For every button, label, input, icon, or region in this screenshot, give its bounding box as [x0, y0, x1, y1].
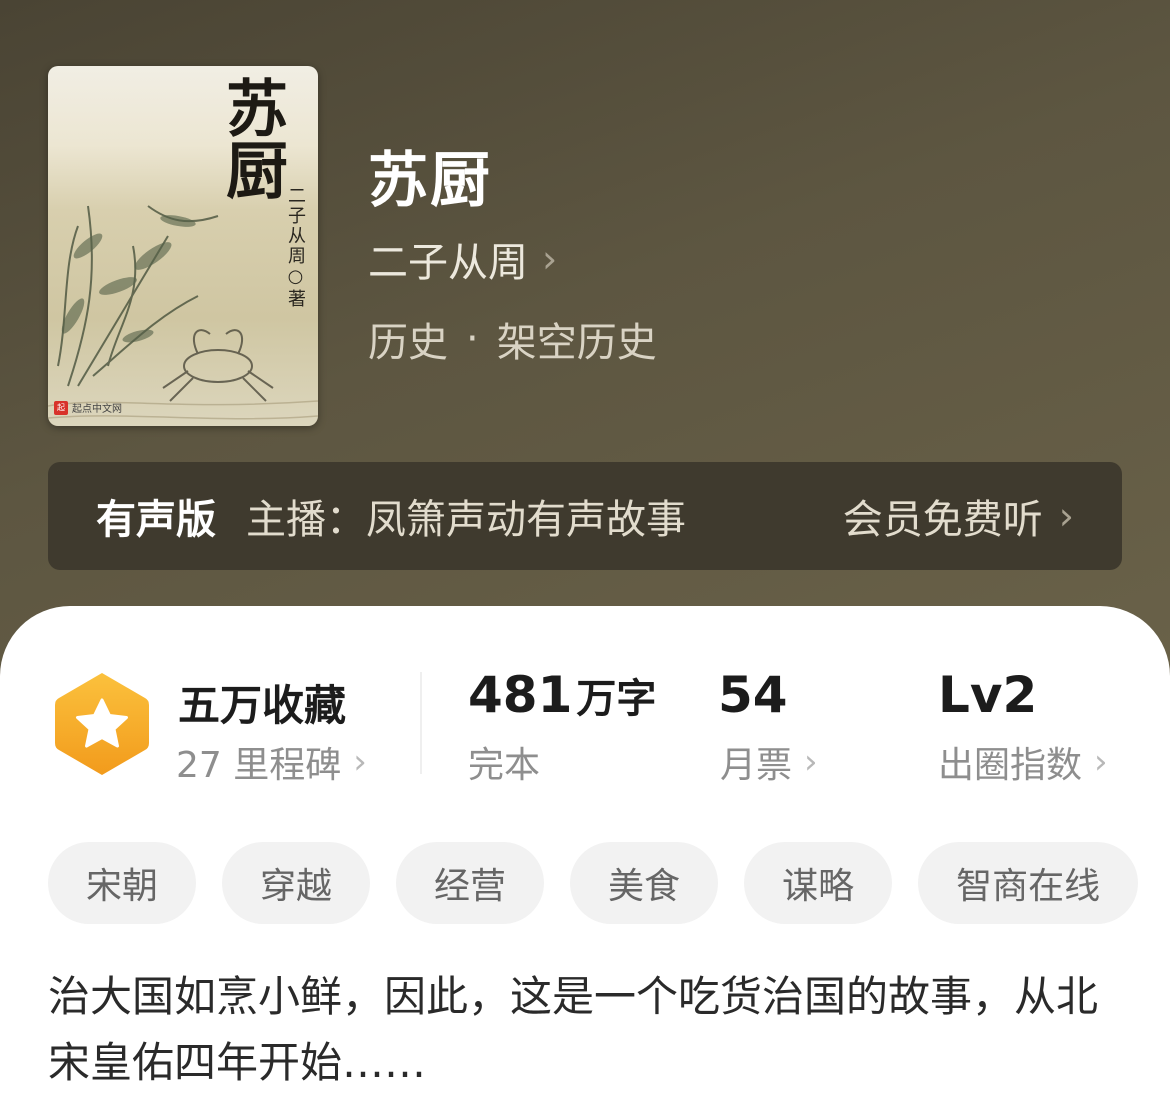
audio-label: 有声版	[96, 497, 216, 543]
milestone-label: 27 里程碑	[176, 745, 342, 786]
publisher-logo-icon: 起	[54, 400, 68, 415]
cover-author: 二子从周○著	[285, 186, 306, 309]
genre-row: 历史 · 架空历史	[368, 310, 657, 368]
audio-version-bar[interactable]: 有声版 主播：凤箫声动有声故事 会员免费听 ›	[48, 462, 1122, 570]
tag-chip[interactable]: 智商在线	[918, 842, 1139, 924]
genre-subcategory[interactable]: 架空历史	[497, 310, 657, 368]
author-link[interactable]: 二子从周 ›	[368, 230, 557, 288]
stats-divider	[420, 672, 422, 774]
popularity-level-value: Lv2	[938, 666, 1038, 724]
tag-chip[interactable]: 经营	[396, 842, 545, 924]
chevron-right-icon: ›	[1058, 494, 1074, 538]
cover-publisher: 起 起点中文网	[54, 400, 122, 415]
chevron-right-icon: ›	[542, 237, 558, 281]
popularity-index-label: 出圈指数	[938, 745, 1083, 786]
monthly-ticket-link[interactable]: 月票 ›	[720, 736, 818, 788]
completion-label: 完本	[468, 745, 541, 786]
tag-chip[interactable]: 谋略	[744, 842, 893, 924]
monthly-ticket-number: 54	[718, 666, 788, 724]
tag-chip[interactable]: 穿越	[222, 842, 371, 924]
publisher-name: 起点中文网	[72, 404, 122, 415]
chevron-right-icon: ›	[804, 742, 818, 782]
audio-host: 主播：凤箫声动有声故事	[246, 497, 686, 543]
popularity-level: Lv2	[938, 666, 1037, 724]
tag-list: 宋朝 穿越 经营 美食 谋略 智商在线	[48, 842, 1139, 924]
genre-category[interactable]: 历史	[368, 310, 448, 368]
audio-action-label: 会员免费听	[842, 497, 1043, 543]
word-count-number: 481	[468, 666, 573, 724]
monthly-ticket-count: 54	[718, 666, 788, 724]
book-description[interactable]: 治大国如烹小鲜，因此，这是一个吃货治国的故事，从北宋皇佑四年开始……	[48, 964, 1108, 1096]
book-cover[interactable]: 苏厨 二子从周○著 起 起点中文网	[48, 66, 318, 426]
word-count-unit: 万字	[576, 676, 657, 722]
monthly-ticket-label: 月票	[720, 745, 793, 786]
chevron-right-icon: ›	[353, 742, 367, 782]
star-hexagon-icon[interactable]	[52, 670, 152, 778]
milestone-link[interactable]: 27 里程碑 ›	[176, 736, 367, 788]
popularity-index-link[interactable]: 出圈指数 ›	[938, 736, 1108, 788]
tag-chip[interactable]: 宋朝	[48, 842, 197, 924]
completion-status: 完本	[468, 736, 540, 788]
tag-chip[interactable]: 美食	[570, 842, 719, 924]
audio-listen-button[interactable]: 会员免费听 ›	[843, 487, 1074, 545]
book-title: 苏厨	[368, 146, 492, 216]
chevron-right-icon: ›	[1094, 742, 1108, 782]
collect-count: 五万收藏	[178, 681, 347, 730]
word-count: 481 万字	[468, 666, 656, 724]
author-name: 二子从周	[368, 240, 528, 286]
cover-title: 苏厨	[215, 76, 288, 200]
genre-separator: ·	[466, 316, 479, 362]
